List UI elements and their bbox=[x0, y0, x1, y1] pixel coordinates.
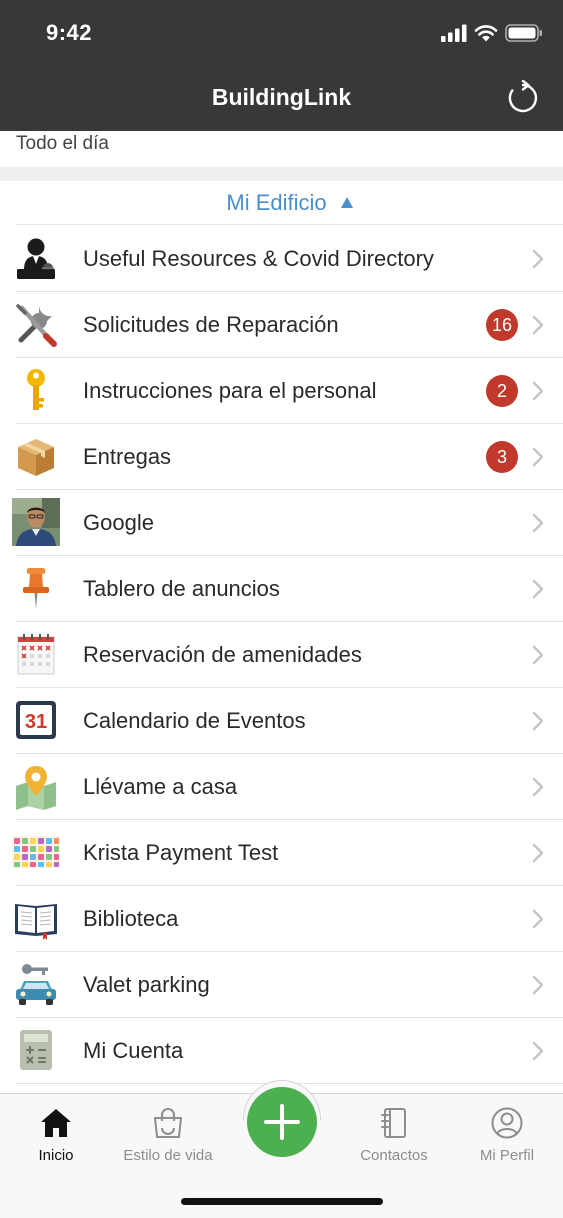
collapse-arrow-icon bbox=[340, 197, 353, 208]
concierge-icon bbox=[17, 238, 55, 279]
calendar-31-icon: 31 bbox=[16, 701, 56, 739]
home-indicator bbox=[181, 1198, 383, 1205]
profile-photo-icon bbox=[12, 498, 60, 546]
menu-item-amenity-reservation[interactable]: Reservación de amenidades bbox=[0, 622, 563, 688]
count-badge: 2 bbox=[486, 375, 518, 407]
chevron-right-icon bbox=[532, 975, 544, 995]
tab-label: Contactos bbox=[360, 1147, 428, 1164]
chevron-right-icon bbox=[532, 909, 544, 929]
book-icon bbox=[15, 904, 57, 940]
chevron-right-icon bbox=[532, 447, 544, 467]
tab-profile[interactable]: Mi Perfil bbox=[452, 1106, 562, 1164]
menu-item-deliveries[interactable]: Entregas 3 bbox=[0, 424, 563, 490]
app-title: BuildingLink bbox=[211, 84, 352, 110]
battery-icon bbox=[505, 24, 542, 42]
menu-item-label: Reservación de amenidades bbox=[83, 642, 362, 667]
status-icons bbox=[441, 24, 543, 42]
map-pin-icon bbox=[16, 766, 56, 810]
reservation-calendar-icon bbox=[17, 634, 55, 675]
refresh-icon[interactable] bbox=[507, 80, 539, 114]
wifi-icon bbox=[474, 25, 498, 42]
menu-item-label: Google bbox=[83, 510, 154, 535]
car-key-icon bbox=[16, 964, 56, 1005]
menu-item-repair-requests[interactable]: Solicitudes de Reparación 16 bbox=[0, 292, 563, 358]
profile-icon bbox=[491, 1107, 523, 1139]
menu-item-label: Valet parking bbox=[83, 972, 210, 997]
tab-label: Mi Perfil bbox=[479, 1147, 535, 1164]
menu-item-take-me-home[interactable]: Llévame a casa bbox=[0, 754, 563, 820]
pattern-icon bbox=[12, 836, 60, 868]
tab-label: Inicio bbox=[38, 1147, 74, 1164]
key-icon bbox=[27, 369, 45, 410]
calendar-day-number: 31 bbox=[25, 711, 47, 733]
chevron-right-icon bbox=[532, 1041, 544, 1061]
menu-item-google[interactable]: Google bbox=[0, 490, 563, 556]
count-badge: 16 bbox=[485, 309, 518, 341]
menu-item-staff-instructions[interactable]: Instrucciones para el personal 2 bbox=[0, 358, 563, 424]
chevron-right-icon bbox=[532, 513, 544, 533]
menu-item-label: Useful Resources & Covid Directory bbox=[83, 246, 434, 271]
count-badge: 3 bbox=[486, 441, 518, 473]
tools-icon bbox=[16, 304, 57, 347]
menu-item-label: Tablero de anuncios bbox=[83, 576, 280, 601]
menu-item-label: Mi Cuenta bbox=[83, 1038, 184, 1063]
pushpin-icon bbox=[23, 568, 49, 609]
menu-item-krista-payment-test[interactable]: Krista Payment Test bbox=[0, 820, 563, 886]
tab-home[interactable]: Inicio bbox=[1, 1106, 111, 1164]
all-day-row: Todo el día bbox=[0, 131, 563, 167]
menu-item-bulletin-board[interactable]: Tablero de anuncios bbox=[0, 556, 563, 622]
chevron-right-icon bbox=[532, 315, 544, 335]
menu-item-valet-parking[interactable]: Valet parking bbox=[0, 952, 563, 1018]
menu-item-label: Instrucciones para el personal bbox=[83, 378, 377, 403]
chevron-right-icon bbox=[532, 381, 544, 401]
add-button[interactable] bbox=[247, 1087, 317, 1157]
menu-item-my-account[interactable]: Mi Cuenta bbox=[0, 1018, 563, 1084]
menu-item-label: Krista Payment Test bbox=[83, 840, 279, 865]
shopping-bag-icon bbox=[154, 1108, 182, 1138]
app-header: 9:42 BuildingLink bbox=[0, 0, 563, 131]
menu-item-useful-resources[interactable]: Useful Resources & Covid Directory bbox=[0, 226, 563, 292]
tab-label: Estilo de vida bbox=[123, 1147, 213, 1164]
signal-icon bbox=[441, 24, 467, 42]
menu-item-label: Biblioteca bbox=[83, 906, 179, 931]
tab-contacts[interactable]: Contactos bbox=[339, 1106, 449, 1164]
section-separator bbox=[0, 167, 563, 181]
calculator-icon bbox=[20, 1030, 52, 1070]
package-icon bbox=[18, 439, 54, 476]
status-time: 9:42 bbox=[46, 20, 93, 45]
chevron-right-icon bbox=[532, 249, 544, 269]
menu-item-label: Llévame a casa bbox=[83, 774, 238, 799]
menu-item-events-calendar[interactable]: 31 Calendario de Eventos bbox=[0, 688, 563, 754]
menu-item-label: Calendario de Eventos bbox=[83, 708, 306, 733]
chevron-right-icon bbox=[532, 645, 544, 665]
menu-item-label: Entregas bbox=[83, 444, 172, 469]
all-day-text: Todo el día bbox=[16, 133, 109, 154]
section-title: Mi Edificio bbox=[226, 190, 327, 215]
menu-list: Useful Resources & Covid Directory Solic… bbox=[0, 226, 563, 1084]
chevron-right-icon bbox=[532, 843, 544, 863]
chevron-right-icon bbox=[532, 711, 544, 731]
plus-icon bbox=[264, 1104, 300, 1140]
chevron-right-icon bbox=[532, 579, 544, 599]
menu-item-label: Solicitudes de Reparación bbox=[83, 312, 339, 337]
tab-lifestyle[interactable]: Estilo de vida bbox=[113, 1106, 223, 1164]
contacts-book-icon bbox=[381, 1108, 406, 1138]
home-icon bbox=[41, 1109, 71, 1137]
section-toggle-mi-edificio[interactable]: Mi Edificio bbox=[16, 181, 563, 225]
chevron-right-icon bbox=[532, 777, 544, 797]
menu-item-library[interactable]: Biblioteca bbox=[0, 886, 563, 952]
